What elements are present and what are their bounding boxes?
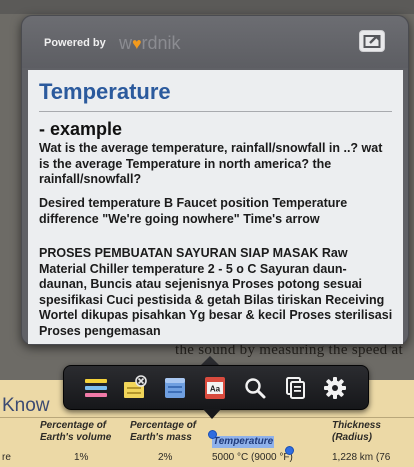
popup-header: Powered by w♥rdnik: [22, 16, 408, 68]
dictionary-icon: Aa: [205, 377, 225, 399]
table-cell-mass: 2%: [158, 452, 173, 463]
powered-by-label: Powered by: [44, 37, 106, 49]
example-text: PROSES PEMBUATAN SAYURAN SIAP MASAK Raw …: [39, 246, 393, 338]
heart-icon: ♥: [132, 36, 142, 53]
example-heading: - example: [39, 119, 123, 139]
definition-content: Temperature - example Wat is the average…: [28, 70, 403, 344]
search-icon: [245, 378, 266, 399]
example-text: Wat is the average temperature, rainfall…: [39, 141, 383, 186]
dictionary-button[interactable]: Aa: [202, 375, 228, 401]
selection-start-handle[interactable]: [208, 430, 217, 439]
example-text: Desired temperature B Faucet position Te…: [39, 196, 348, 226]
table-cell-label: re: [2, 452, 11, 463]
definition-popup: Powered by w♥rdnik Temperature - example…: [21, 15, 409, 345]
table-cell-thickness: 1,228 km (76: [332, 452, 391, 463]
wordnik-logo[interactable]: w♥rdnik: [119, 33, 181, 53]
table-cell-volume: 1%: [74, 452, 89, 463]
table-cell-temperature: 5000 °C (9000 °F): [212, 452, 293, 463]
copy-icon: [286, 377, 305, 399]
svg-text:Aa: Aa: [210, 385, 221, 394]
selection-end-handle[interactable]: [285, 446, 294, 455]
column-header-volume: Percentage of Earth's volume: [40, 420, 112, 443]
highlight-button[interactable]: [83, 375, 109, 401]
column-header-thickness: Thickness (Radius): [332, 420, 381, 443]
selection-toolbar: Aa: [63, 365, 369, 410]
share-button[interactable]: [359, 30, 385, 52]
top-bar: [0, 0, 414, 14]
highlight-icon: [85, 379, 107, 397]
word-title: Temperature: [39, 79, 171, 104]
note-icon: [124, 375, 147, 398]
brand-name: rdnik: [141, 33, 181, 53]
settings-icon: [324, 377, 346, 399]
search-button[interactable]: [242, 375, 268, 401]
note-button[interactable]: [122, 375, 148, 401]
brand-mark: w: [119, 33, 132, 53]
title-divider: [39, 111, 392, 112]
share-icon: [363, 35, 381, 48]
bookmark-icon: [165, 378, 185, 398]
column-header-mass: Percentage of Earth's mass: [130, 420, 197, 443]
column-header-temperature-selected[interactable]: Temperature: [212, 436, 275, 448]
toolbar-pointer-down: [203, 409, 221, 419]
copy-button[interactable]: [282, 375, 308, 401]
settings-button[interactable]: [322, 375, 348, 401]
bookmark-button[interactable]: [162, 375, 188, 401]
